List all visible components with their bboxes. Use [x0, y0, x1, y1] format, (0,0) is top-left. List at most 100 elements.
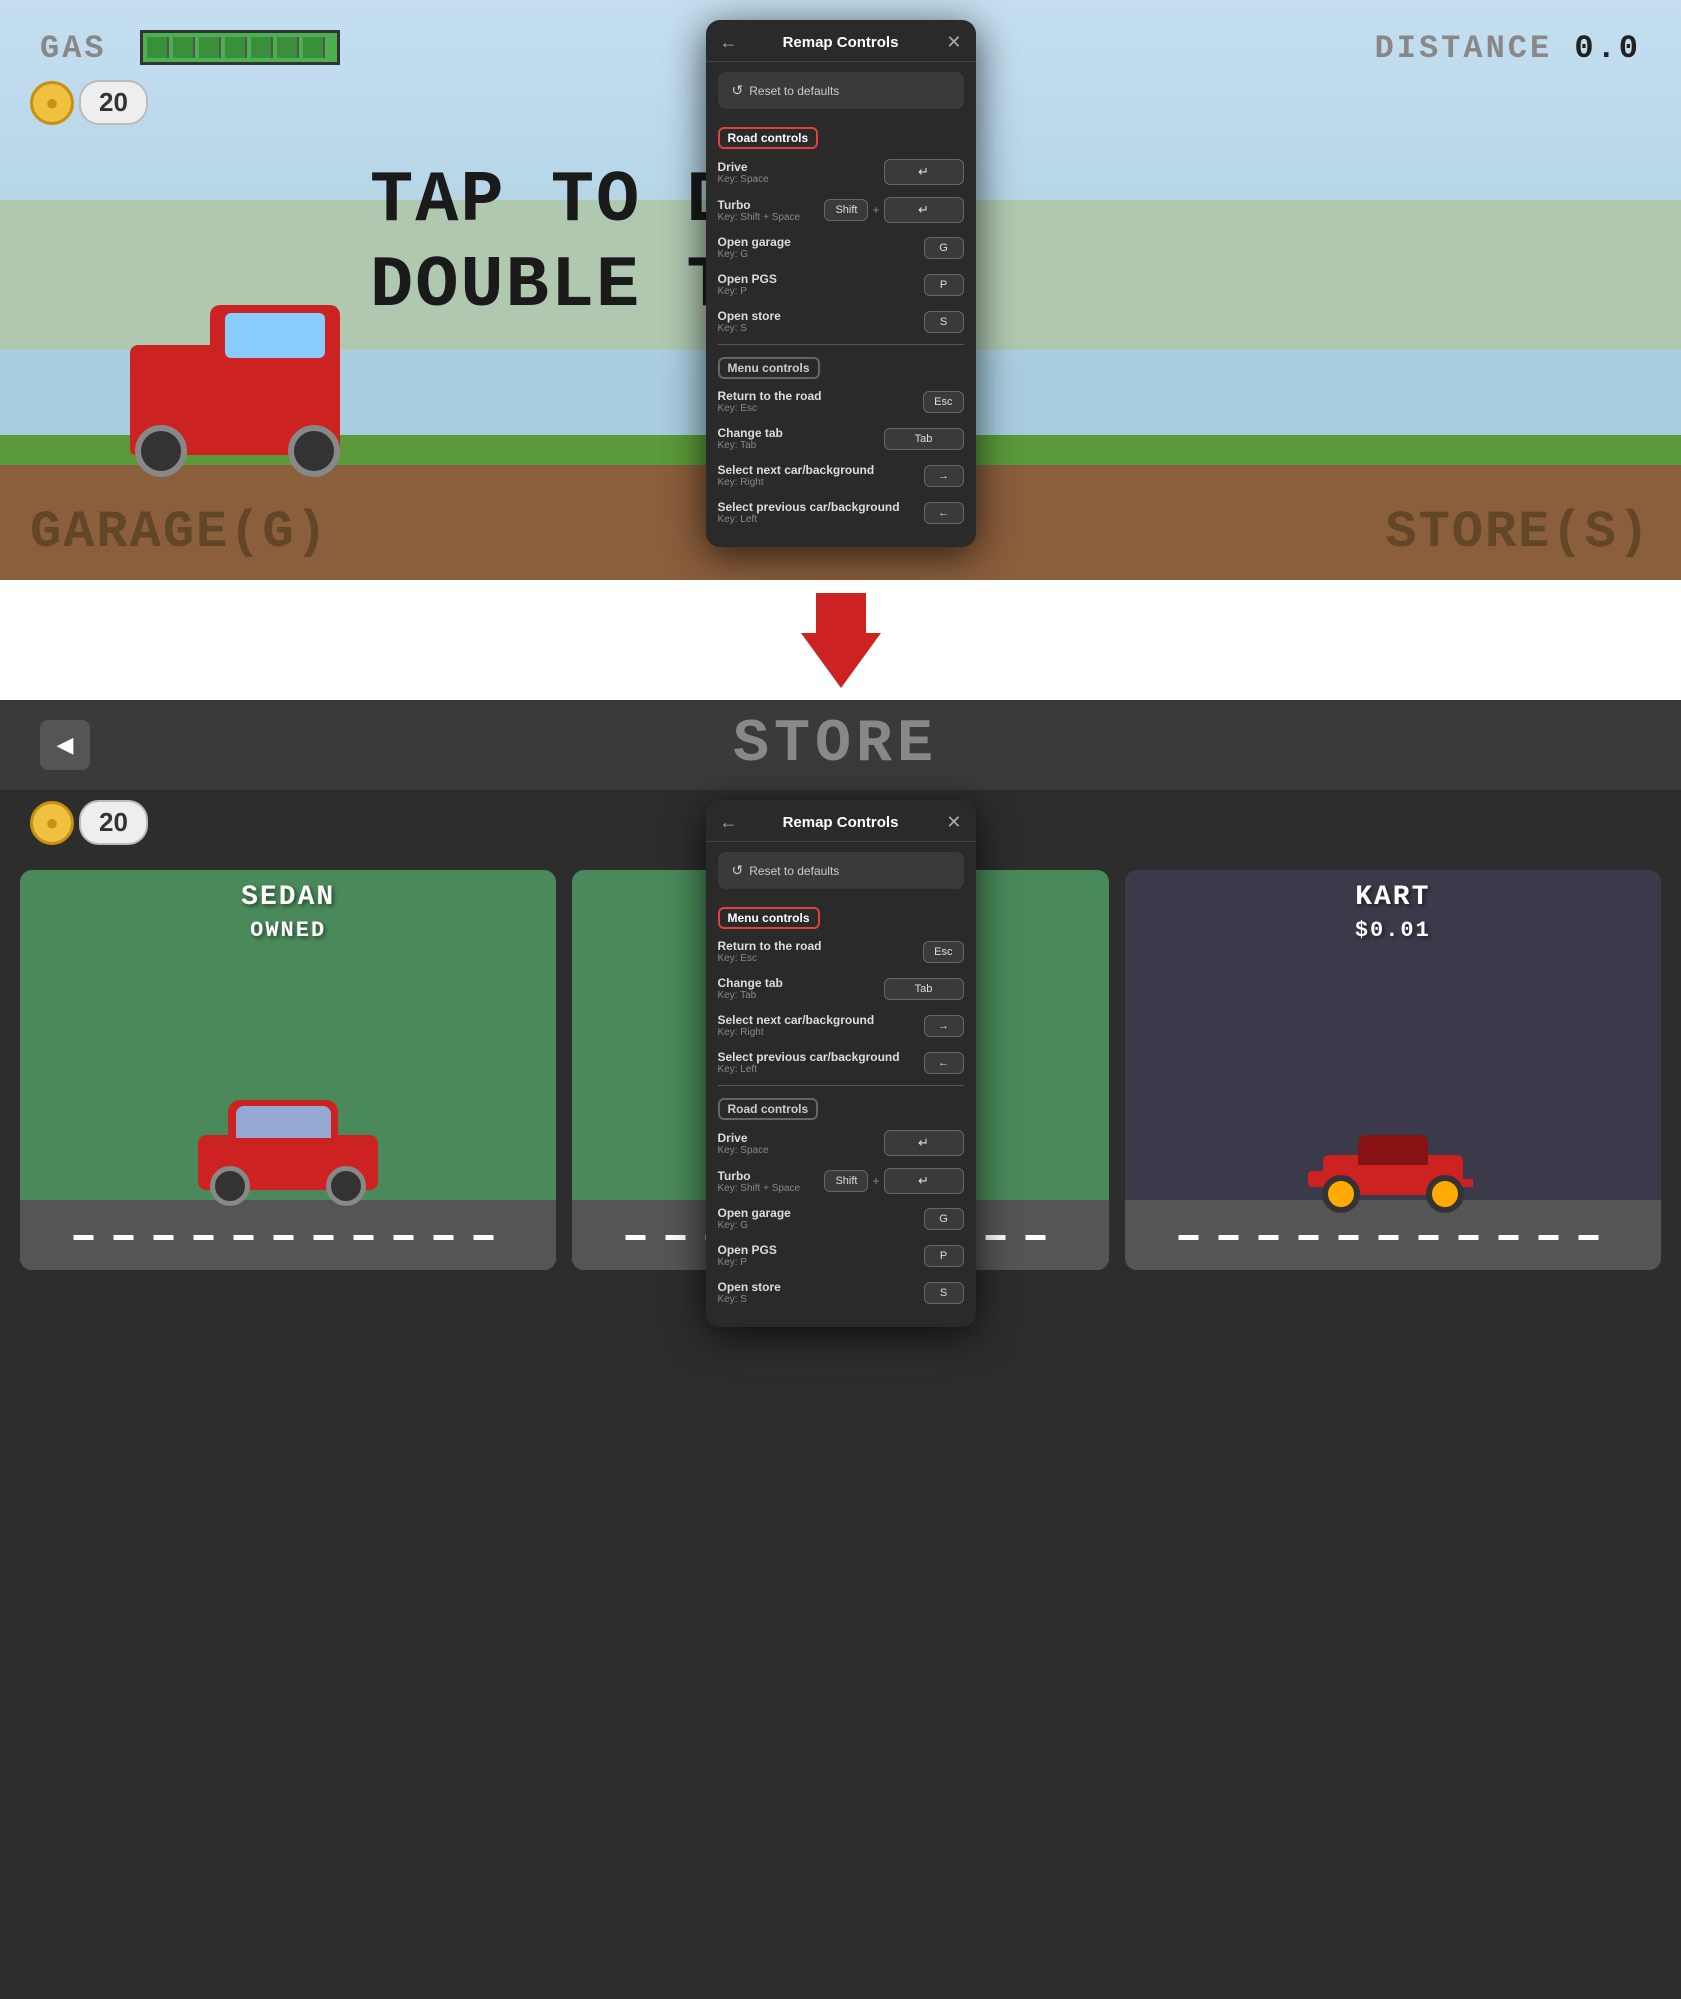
- coin-icon: ●: [30, 81, 74, 125]
- b-open-pgs-label: Open PGS: [718, 1243, 777, 1257]
- gas-label: GAS: [40, 30, 107, 67]
- reset-label-top: Reset to defaults: [749, 84, 839, 98]
- reset-defaults-button-bottom[interactable]: ↺ Reset to defaults: [718, 852, 964, 889]
- b-open-garage-info: Open garage Key: G: [718, 1206, 791, 1231]
- change-tab-label: Change tab: [718, 426, 783, 440]
- b-open-garage-control-row: Open garage Key: G G: [706, 1200, 976, 1237]
- turbo-label: Turbo: [718, 198, 801, 212]
- truck-cab: [210, 305, 340, 385]
- modal-title-top: Remap Controls: [783, 34, 899, 51]
- modal-header-bottom: ← Remap Controls ✕: [706, 800, 976, 842]
- b-select-next-info: Select next car/background Key: Right: [718, 1013, 875, 1038]
- modal-close-button-bottom[interactable]: ✕: [946, 812, 961, 833]
- open-pgs-button[interactable]: P: [924, 274, 964, 296]
- select-next-info: Select next car/background Key: Right: [718, 463, 875, 488]
- section-separator-bottom: [718, 1085, 964, 1086]
- truck-window: [225, 313, 325, 358]
- drive-key-button[interactable]: ↵: [884, 159, 964, 185]
- modal-header-top: ← Remap Controls ✕: [706, 20, 976, 62]
- change-tab-control-row: Change tab Key: Tab Tab: [706, 420, 976, 457]
- b-return-road-button[interactable]: Esc: [923, 941, 963, 963]
- b-turbo-info: Turbo Key: Shift + Space: [718, 1169, 801, 1194]
- b-turbo-space-button[interactable]: ↵: [884, 1168, 964, 1194]
- menu-section-label-bottom: Menu controls: [718, 907, 820, 929]
- reset-icon-top: ↺: [732, 82, 744, 99]
- reset-defaults-button-top[interactable]: ↺ Reset to defaults: [718, 72, 964, 109]
- open-store-button[interactable]: S: [924, 311, 964, 333]
- b-drive-label: Drive: [718, 1131, 769, 1145]
- b-drive-button[interactable]: ↵: [884, 1130, 964, 1156]
- select-prev-label: Select previous car/background: [718, 500, 900, 514]
- b-select-prev-control-row: Select previous car/background Key: Left…: [706, 1044, 976, 1081]
- select-next-label: Select next car/background: [718, 463, 875, 477]
- bottom-game-scene: ◀ STORE ● 20 SEDAN OWNED TR: [0, 700, 1681, 1999]
- b-open-pgs-button[interactable]: P: [924, 1245, 964, 1267]
- section-separator-top: [718, 344, 964, 345]
- open-garage-button[interactable]: G: [924, 237, 964, 259]
- b-drive-key: Key: Space: [718, 1145, 769, 1156]
- b-open-garage-key: Key: G: [718, 1220, 791, 1231]
- turbo-shift-button[interactable]: Shift: [824, 199, 868, 221]
- b-turbo-shift-button[interactable]: Shift: [824, 1170, 868, 1192]
- reset-icon-bottom: ↺: [732, 862, 744, 879]
- coin-badge: ● 20: [30, 80, 148, 125]
- store-hint: STORE(S): [1385, 503, 1651, 562]
- b-open-garage-label: Open garage: [718, 1206, 791, 1220]
- open-garage-info: Open garage Key: G: [718, 235, 791, 260]
- select-next-button[interactable]: →: [924, 465, 964, 487]
- modal-close-button-top[interactable]: ✕: [946, 32, 961, 53]
- b-select-next-label: Select next car/background: [718, 1013, 875, 1027]
- b-open-garage-button[interactable]: G: [924, 1208, 964, 1230]
- b-change-tab-control-row: Change tab Key: Tab Tab: [706, 970, 976, 1007]
- coin-count: 20: [79, 80, 148, 125]
- garage-hint: GARAGE(G): [30, 503, 329, 562]
- return-road-control-row: Return to the road Key: Esc Esc: [706, 383, 976, 420]
- b-open-pgs-key: Key: P: [718, 1257, 777, 1268]
- b-open-store-control-row: Open store Key: S S: [706, 1274, 976, 1311]
- open-store-info: Open store Key: S: [718, 309, 781, 334]
- b-return-road-info: Return to the road Key: Esc: [718, 939, 822, 964]
- select-next-control-row: Select next car/background Key: Right →: [706, 457, 976, 494]
- b-turbo-combo: Shift + ↵: [824, 1168, 963, 1194]
- road-section-label-bottom: Road controls: [718, 1098, 819, 1120]
- arrow-stem: [816, 593, 866, 633]
- change-tab-button[interactable]: Tab: [884, 428, 964, 450]
- open-store-label: Open store: [718, 309, 781, 323]
- distance-value: 0.0: [1574, 30, 1641, 67]
- b-open-pgs-info: Open PGS Key: P: [718, 1243, 777, 1268]
- return-road-button[interactable]: Esc: [923, 391, 963, 413]
- select-next-key: Key: Right: [718, 477, 875, 488]
- store-header: ◀ STORE: [0, 700, 1681, 790]
- change-tab-key: Key: Tab: [718, 440, 783, 451]
- plus-sign: +: [872, 203, 879, 217]
- select-prev-info: Select previous car/background Key: Left: [718, 500, 900, 525]
- reset-label-bottom: Reset to defaults: [749, 864, 839, 878]
- store-back-button[interactable]: ◀: [40, 720, 90, 770]
- b-select-prev-button[interactable]: ←: [924, 1052, 964, 1074]
- b-select-next-button[interactable]: →: [924, 1015, 964, 1037]
- truck-wheel-front: [135, 425, 187, 477]
- drive-label: Drive: [718, 160, 769, 174]
- b-change-tab-label: Change tab: [718, 976, 783, 990]
- menu-section-label-top: Menu controls: [718, 357, 820, 379]
- open-pgs-label: Open PGS: [718, 272, 777, 286]
- b-return-road-label: Return to the road: [718, 939, 822, 953]
- turbo-space-button[interactable]: ↵: [884, 197, 964, 223]
- change-tab-info: Change tab Key: Tab: [718, 426, 783, 451]
- select-prev-button[interactable]: ←: [924, 502, 964, 524]
- b-open-store-key: Key: S: [718, 1294, 781, 1305]
- b-change-tab-button[interactable]: Tab: [884, 978, 964, 1000]
- modal-back-button-top[interactable]: ←: [720, 32, 738, 53]
- return-road-info: Return to the road Key: Esc: [718, 389, 822, 414]
- top-game-scene: GAS DISTANCE 0.0 ● 20 TAP TO D DOUBLE TA…: [0, 0, 1681, 580]
- select-prev-key: Key: Left: [718, 514, 900, 525]
- distance-text: DISTANCE: [1375, 30, 1553, 67]
- store-title: STORE: [733, 711, 938, 779]
- modal-title-bottom: Remap Controls: [783, 814, 899, 831]
- remap-controls-modal-top: ← Remap Controls ✕ ↺ Reset to defaults R…: [706, 20, 976, 547]
- b-select-prev-label: Select previous car/background: [718, 1050, 900, 1064]
- open-pgs-control-row: Open PGS Key: P P: [706, 266, 976, 303]
- b-open-store-button[interactable]: S: [924, 1282, 964, 1304]
- b-drive-control-row: Drive Key: Space ↵: [706, 1124, 976, 1162]
- modal-back-button-bottom[interactable]: ←: [720, 812, 738, 833]
